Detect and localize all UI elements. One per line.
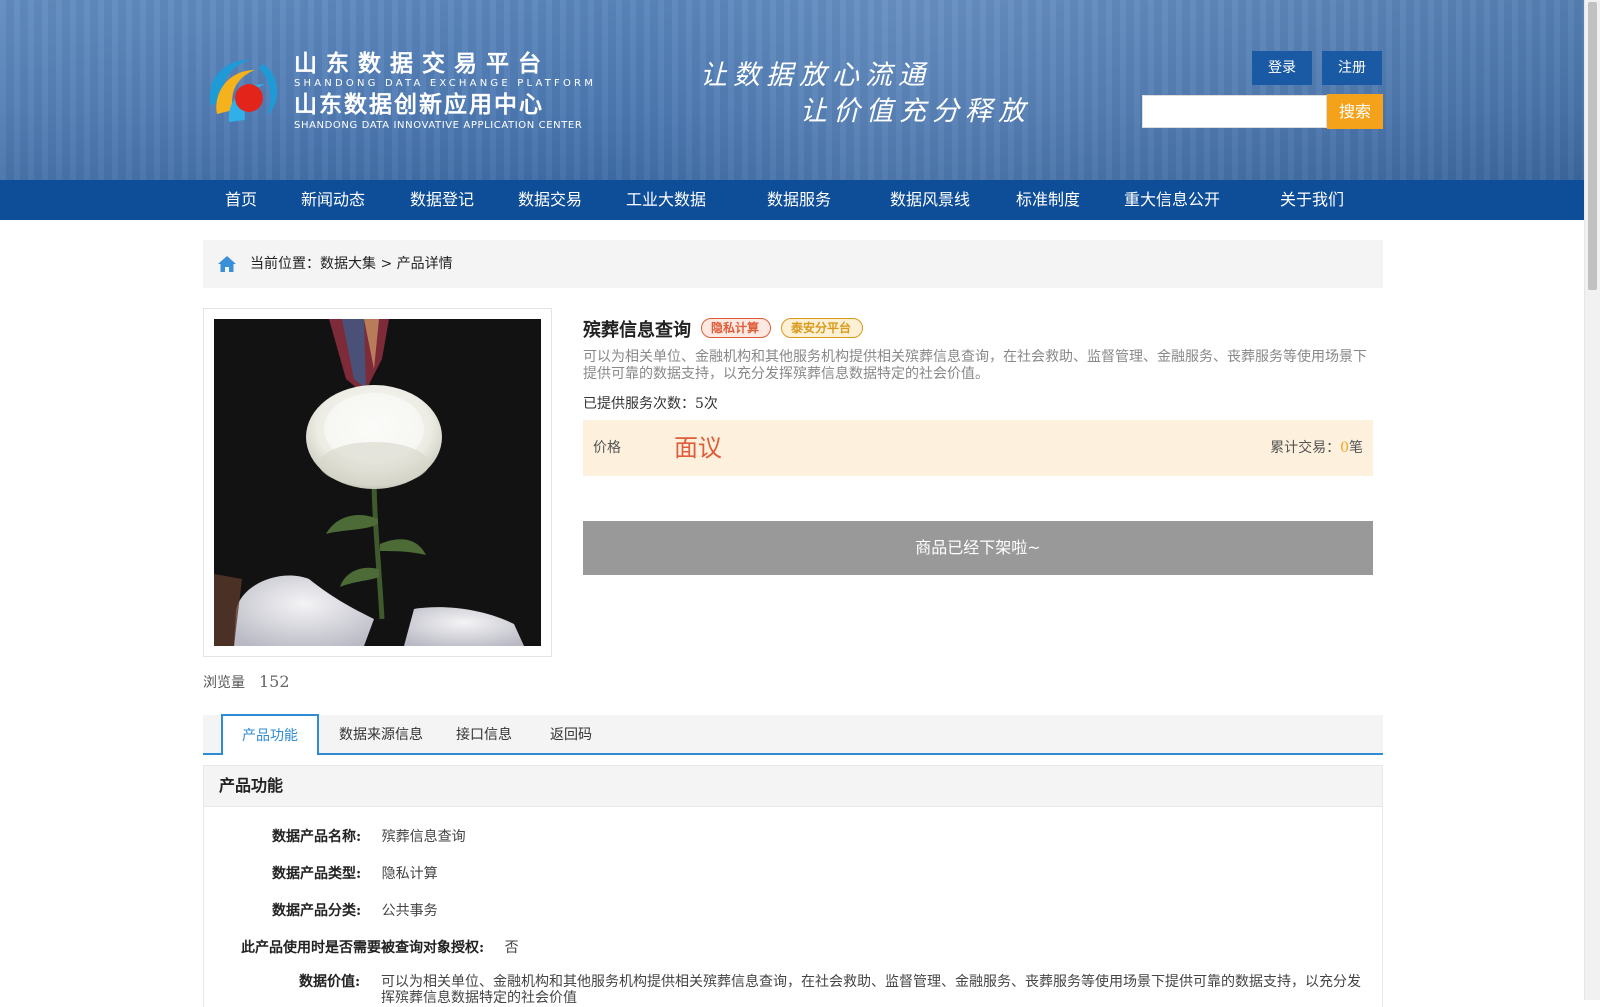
brand-text: 山东数据交易平台 SHANDONG DATA EXCHANGE PLATFORM… xyxy=(294,50,596,132)
price-box: 价格 面议 累计交易：0笔 xyxy=(583,420,1373,476)
field-row-product-type: 数据产品类型: 隐私计算 xyxy=(272,863,438,883)
field-label: 此产品使用时是否需要被查询对象授权: xyxy=(241,940,485,956)
page-scrollbar[interactable] xyxy=(1584,0,1600,1000)
slogan-line-2: 让价值充分释放 xyxy=(800,96,1031,127)
field-label: 数据产品名称: xyxy=(272,829,362,845)
field-row-authorization: 此产品使用时是否需要被查询对象授权: 否 xyxy=(241,937,519,957)
nav-item-major-disclosure[interactable]: 重大信息公开 xyxy=(1124,180,1220,220)
field-label: 数据价值: xyxy=(299,974,361,990)
breadcrumb: 当前位置：数据大集 > 产品详情 xyxy=(203,240,1383,288)
tab-interface-info[interactable]: 接口信息 xyxy=(449,715,519,755)
tag-taian-platform: 泰安分平台 xyxy=(781,318,863,338)
offline-status-button: 商品已经下架啦~ xyxy=(583,521,1373,575)
section-title: 产品功能 xyxy=(219,776,284,795)
tab-return-codes[interactable]: 返回码 xyxy=(543,715,599,755)
breadcrumb-separator: > xyxy=(376,256,397,272)
tag-privacy-computing: 隐私计算 xyxy=(701,318,771,338)
site-header: 山东数据交易平台 SHANDONG DATA EXCHANGE PLATFORM… xyxy=(0,0,1585,180)
brand-subtitle-2: SHANDONG DATA INNOVATIVE APPLICATION CEN… xyxy=(294,120,583,131)
search-button[interactable]: 搜索 xyxy=(1327,94,1383,129)
section-header: 产品功能 xyxy=(203,765,1383,807)
views-label: 浏览量 xyxy=(203,675,245,691)
service-count-label: 已提供服务次数： xyxy=(583,396,695,412)
register-button[interactable]: 注册 xyxy=(1322,51,1382,85)
field-label: 数据产品类型: xyxy=(272,866,362,882)
nav-item-home[interactable]: 首页 xyxy=(225,180,257,220)
logo-swirl-icon xyxy=(209,59,278,122)
breadcrumb-item-product-detail: 产品详情 xyxy=(396,256,453,272)
main-nav: 首页 新闻动态 数据登记 数据交易 工业大数据 数据服务 数据风景线 标准制度 … xyxy=(0,180,1585,220)
nav-item-data-scenery[interactable]: 数据风景线 xyxy=(890,180,970,220)
login-button[interactable]: 登录 xyxy=(1252,51,1312,85)
nav-item-data-trading[interactable]: 数据交易 xyxy=(518,180,582,220)
deal-count-unit: 笔 xyxy=(1349,440,1363,456)
deal-count-label: 累计交易： xyxy=(1270,440,1341,456)
breadcrumb-text: 当前位置：数据大集 > 产品详情 xyxy=(250,240,453,288)
service-count: 已提供服务次数：5次 xyxy=(583,393,718,413)
tab-product-function[interactable]: 产品功能 xyxy=(221,714,319,755)
service-count-value: 5次 xyxy=(695,396,718,412)
nav-item-about-us[interactable]: 关于我们 xyxy=(1280,180,1344,220)
breadcrumb-prefix: 当前位置： xyxy=(250,256,320,272)
slogan-line-1: 让数据放心流通 xyxy=(700,60,931,91)
field-row-product-name: 数据产品名称: 殡葬信息查询 xyxy=(272,826,466,846)
field-value: 可以为相关单位、金融机构和其他服务机构提供相关殡葬信息查询，在社会救助、监督管理… xyxy=(381,974,1361,1006)
home-icon xyxy=(218,256,236,272)
price-label: 价格 xyxy=(593,440,621,456)
field-label: 数据产品分类: xyxy=(272,903,362,919)
nav-item-news[interactable]: 新闻动态 xyxy=(301,180,365,220)
scrollbar-thumb[interactable] xyxy=(1588,2,1597,290)
view-count: 浏览量 152 xyxy=(203,672,290,692)
field-value: 否 xyxy=(504,940,519,956)
detail-tabs: 产品功能 数据来源信息 接口信息 返回码 xyxy=(203,714,1383,755)
views-number: 152 xyxy=(259,672,290,691)
product-image xyxy=(214,319,541,646)
field-row-data-value: 数据价值: 可以为相关单位、金融机构和其他服务机构提供相关殡葬信息查询，在社会救… xyxy=(299,974,1369,1006)
brand-title-2: 山东数据创新应用中心 xyxy=(294,92,544,118)
product-image-frame xyxy=(203,308,552,657)
deal-count: 累计交易：0笔 xyxy=(1270,420,1363,476)
nav-item-data-registration[interactable]: 数据登记 xyxy=(410,180,474,220)
nav-item-data-services[interactable]: 数据服务 xyxy=(767,180,831,220)
deal-count-value: 0 xyxy=(1340,440,1349,456)
breadcrumb-item-data-market[interactable]: 数据大集 xyxy=(320,256,376,272)
search-input[interactable] xyxy=(1142,95,1327,128)
product-title: 殡葬信息查询 xyxy=(583,320,691,341)
brand-subtitle-1: SHANDONG DATA EXCHANGE PLATFORM xyxy=(294,78,597,89)
field-value: 公共事务 xyxy=(381,903,438,919)
brand-title-1: 山东数据交易平台 xyxy=(294,51,550,77)
field-row-product-category: 数据产品分类: 公共事务 xyxy=(272,900,438,920)
price-value: 面议 xyxy=(674,434,722,462)
nav-item-industrial-big-data[interactable]: 工业大数据 xyxy=(626,180,706,220)
field-value: 隐私计算 xyxy=(381,866,438,882)
product-description: 可以为相关单位、金融机构和其他服务机构提供相关殡葬信息查询，在社会救助、监督管理… xyxy=(583,349,1367,382)
tab-data-source-info[interactable]: 数据来源信息 xyxy=(331,715,431,755)
field-value: 殡葬信息查询 xyxy=(381,829,466,845)
nav-item-standards[interactable]: 标准制度 xyxy=(1016,180,1080,220)
